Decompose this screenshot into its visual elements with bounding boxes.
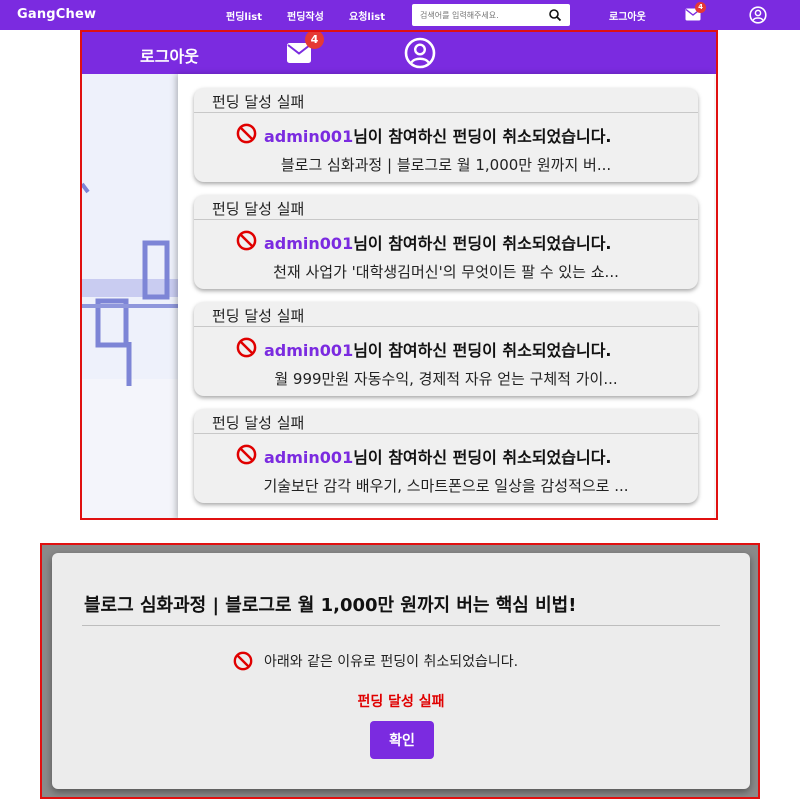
search-input[interactable] [420, 8, 544, 22]
prohibited-icon [236, 337, 257, 358]
notification-funding-title: 천재 사업가 '대학생김머신'의 무엇이든 팔 수 있는 쇼... [273, 263, 619, 281]
notification-item[interactable]: 펀딩 달성 실패 admin001님이 참여하신 펀딩이 취소되었습니다. 월 … [194, 302, 698, 396]
confirm-button[interactable]: 확인 [370, 721, 434, 759]
zoomed-logout-link[interactable]: 로그아웃 [140, 43, 199, 67]
divider [194, 219, 698, 220]
notification-message: admin001님이 참여하신 펀딩이 취소되었습니다. [264, 448, 612, 467]
notification-message: admin001님이 참여하신 펀딩이 취소되었습니다. [264, 234, 612, 253]
divider [194, 433, 698, 434]
nav-link-funding-list[interactable]: 펀딩list [226, 8, 262, 23]
cancellation-modal: 블로그 심화과정 | 블로그로 월 1,000만 원까지 버는 핵심 비법! 아… [52, 553, 750, 789]
notification-funding-title: 월 999만원 자동수익, 경제적 자유 얻는 구체적 가이... [274, 370, 618, 388]
prohibited-icon [236, 123, 257, 144]
zoomed-header: 로그아웃 4 [82, 32, 716, 74]
notification-user-id: admin001 [264, 234, 354, 253]
search-box [412, 4, 570, 26]
notification-item[interactable]: 펀딩 달성 실패 admin001님이 참여하신 펀딩이 취소되었습니다. 천재… [194, 195, 698, 289]
modal-cancel-reason: 펀딩 달성 실패 [357, 694, 445, 710]
notification-title: 펀딩 달성 실패 [212, 307, 305, 325]
notification-dropdown-zoom: 로그아웃 4 펀딩 달성 실패 admin001님이 참여하신 펀딩이 취소되었… [80, 30, 718, 520]
notification-user-id: admin001 [264, 341, 354, 360]
notification-funding-title: 기술보단 감각 배우기, 스마트폰으로 일상을 감성적으로 ... [263, 477, 629, 495]
notification-title: 펀딩 달성 실패 [212, 200, 305, 218]
prohibited-icon [236, 230, 257, 251]
logout-link[interactable]: 로그아웃 [609, 8, 646, 23]
prohibited-icon [236, 444, 257, 465]
search-icon[interactable] [548, 8, 562, 22]
zoomed-mail-count-badge: 4 [305, 32, 324, 49]
notification-title: 펀딩 달성 실패 [212, 414, 305, 432]
modal-divider [82, 625, 720, 626]
mail-count-badge: 4 [695, 2, 706, 13]
modal-title: 블로그 심화과정 | 블로그로 월 1,000만 원까지 버는 핵심 비법! [84, 595, 577, 616]
notification-item[interactable]: 펀딩 달성 실패 admin001님이 참여하신 펀딩이 취소되었습니다. 블로… [194, 88, 698, 182]
brand-logo[interactable]: GangChew [17, 7, 96, 22]
notification-message: admin001님이 참여하신 펀딩이 취소되었습니다. [264, 127, 612, 146]
divider [194, 326, 698, 327]
notification-list: 펀딩 달성 실패 admin001님이 참여하신 펀딩이 취소되었습니다. 블로… [178, 74, 714, 518]
notification-title: 펀딩 달성 실패 [212, 93, 305, 111]
nav-link-funding-create[interactable]: 펀딩작성 [287, 8, 324, 23]
nav-link-request-list[interactable]: 요청list [349, 8, 385, 23]
prohibited-icon [233, 651, 253, 671]
cancellation-modal-zoom: 블로그 심화과정 | 블로그로 월 1,000만 원까지 버는 핵심 비법! 아… [40, 543, 760, 799]
notification-item[interactable]: 펀딩 달성 실패 admin001님이 참여하신 펀딩이 취소되었습니다. 기술… [194, 409, 698, 503]
top-navbar: GangChew 펀딩list 펀딩작성 요청list 로그아웃 4 [0, 0, 800, 30]
notification-message: admin001님이 참여하신 펀딩이 취소되었습니다. [264, 341, 612, 360]
zoomed-user-profile-icon[interactable] [404, 37, 436, 69]
notification-user-id: admin001 [264, 448, 354, 467]
user-profile-icon[interactable] [749, 6, 767, 24]
divider [194, 112, 698, 113]
modal-message: 아래와 같은 이유로 펀딩이 취소되었습니다. [264, 654, 519, 670]
notification-user-id: admin001 [264, 127, 354, 146]
notification-funding-title: 블로그 심화과정 | 블로그로 월 1,000만 원까지 버... [280, 156, 612, 174]
